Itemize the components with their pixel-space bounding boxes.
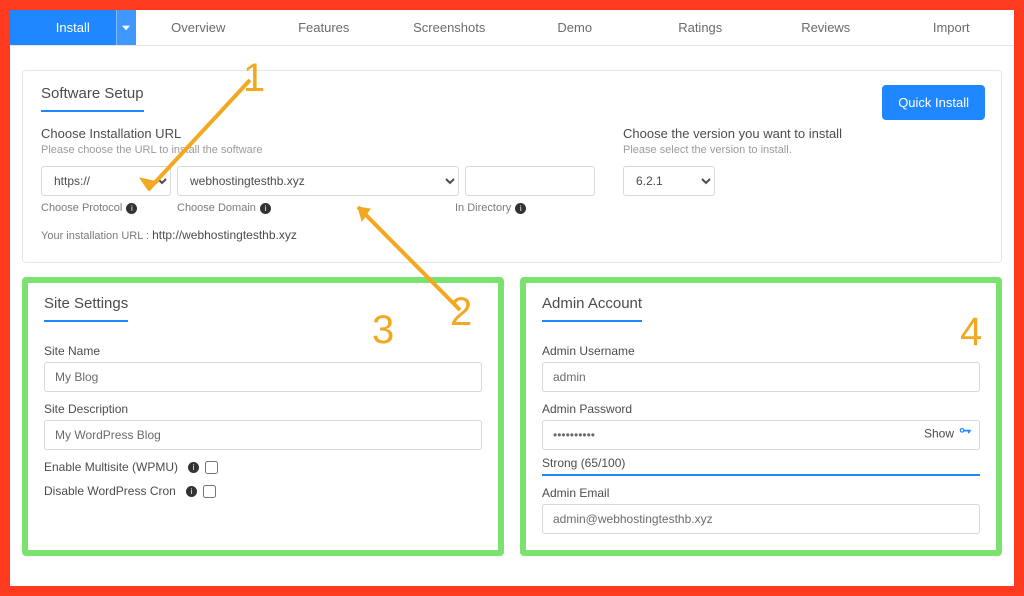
tab-label: Install (56, 20, 90, 35)
show-label: Show (924, 426, 954, 440)
install-url-label: Your installation URL : (41, 230, 149, 242)
admin-account-panel: Admin Account Admin Username Admin Passw… (520, 277, 1002, 556)
panel-title: Software Setup (41, 85, 144, 112)
show-password-toggle[interactable]: Show (924, 425, 972, 442)
info-icon[interactable]: i (186, 486, 197, 497)
admin-user-input[interactable] (542, 362, 980, 392)
key-icon (958, 425, 972, 442)
info-icon[interactable]: i (188, 462, 199, 473)
site-name-label: Site Name (44, 344, 482, 358)
tab-label: Demo (557, 20, 592, 35)
cron-label: Disable WordPress Cron (44, 484, 176, 498)
software-setup-panel: Software Setup Quick Install Choose Inst… (22, 70, 1002, 263)
hint-protocol: Choose Protocol (41, 202, 122, 214)
info-icon[interactable]: i (515, 203, 526, 214)
nav-tabs: Install Overview Features Screenshots De… (10, 10, 1014, 46)
tab-overview[interactable]: Overview (136, 10, 262, 45)
hint-domain: Choose Domain (177, 202, 256, 214)
site-settings-panel: Site Settings Site Name Site Description… (22, 277, 504, 556)
multisite-checkbox[interactable] (205, 461, 218, 474)
tab-import[interactable]: Import (889, 10, 1015, 45)
install-url-heading: Choose Installation URL (41, 126, 595, 141)
site-desc-label: Site Description (44, 402, 482, 416)
info-icon[interactable]: i (126, 203, 137, 214)
admin-email-input[interactable] (542, 504, 980, 534)
panel-title: Admin Account (542, 295, 642, 322)
install-dropdown-caret[interactable] (116, 10, 136, 45)
tab-label: Screenshots (413, 20, 485, 35)
version-sub: Please select the version to install. (623, 144, 983, 156)
tab-label: Overview (171, 20, 225, 35)
site-desc-input[interactable] (44, 420, 482, 450)
admin-email-label: Admin Email (542, 486, 980, 500)
tab-screenshots[interactable]: Screenshots (387, 10, 513, 45)
quick-install-button[interactable]: Quick Install (882, 85, 985, 120)
cron-checkbox[interactable] (203, 485, 216, 498)
admin-pass-label: Admin Password (542, 402, 980, 416)
admin-user-label: Admin Username (542, 344, 980, 358)
directory-input[interactable] (465, 166, 595, 196)
info-icon[interactable]: i (260, 203, 271, 214)
tab-features[interactable]: Features (261, 10, 387, 45)
tab-install[interactable]: Install (10, 10, 136, 45)
version-column: Choose the version you want to install P… (623, 126, 983, 242)
version-heading: Choose the version you want to install (623, 126, 983, 141)
tab-label: Ratings (678, 20, 722, 35)
version-select[interactable]: 6.2.1 (623, 166, 715, 196)
tab-label: Features (298, 20, 349, 35)
tab-label: Import (933, 20, 970, 35)
tab-ratings[interactable]: Ratings (638, 10, 764, 45)
protocol-select[interactable]: https:// (41, 166, 171, 196)
site-name-input[interactable] (44, 362, 482, 392)
install-url-column: Choose Installation URL Please choose th… (41, 126, 595, 242)
tab-reviews[interactable]: Reviews (763, 10, 889, 45)
install-url-sub: Please choose the URL to install the sof… (41, 144, 595, 156)
hint-directory: In Directory (455, 202, 511, 214)
panel-title: Site Settings (44, 295, 128, 322)
admin-pass-input[interactable] (542, 420, 980, 450)
app-root: Install Overview Features Screenshots De… (10, 10, 1014, 586)
tab-label: Reviews (801, 20, 850, 35)
install-url-value: http://webhostingtesthb.xyz (152, 228, 297, 242)
domain-select[interactable]: webhostingtesthb.xyz (177, 166, 459, 196)
password-strength: Strong (65/100) (542, 456, 980, 476)
multisite-label: Enable Multisite (WPMU) (44, 460, 178, 474)
tab-demo[interactable]: Demo (512, 10, 638, 45)
